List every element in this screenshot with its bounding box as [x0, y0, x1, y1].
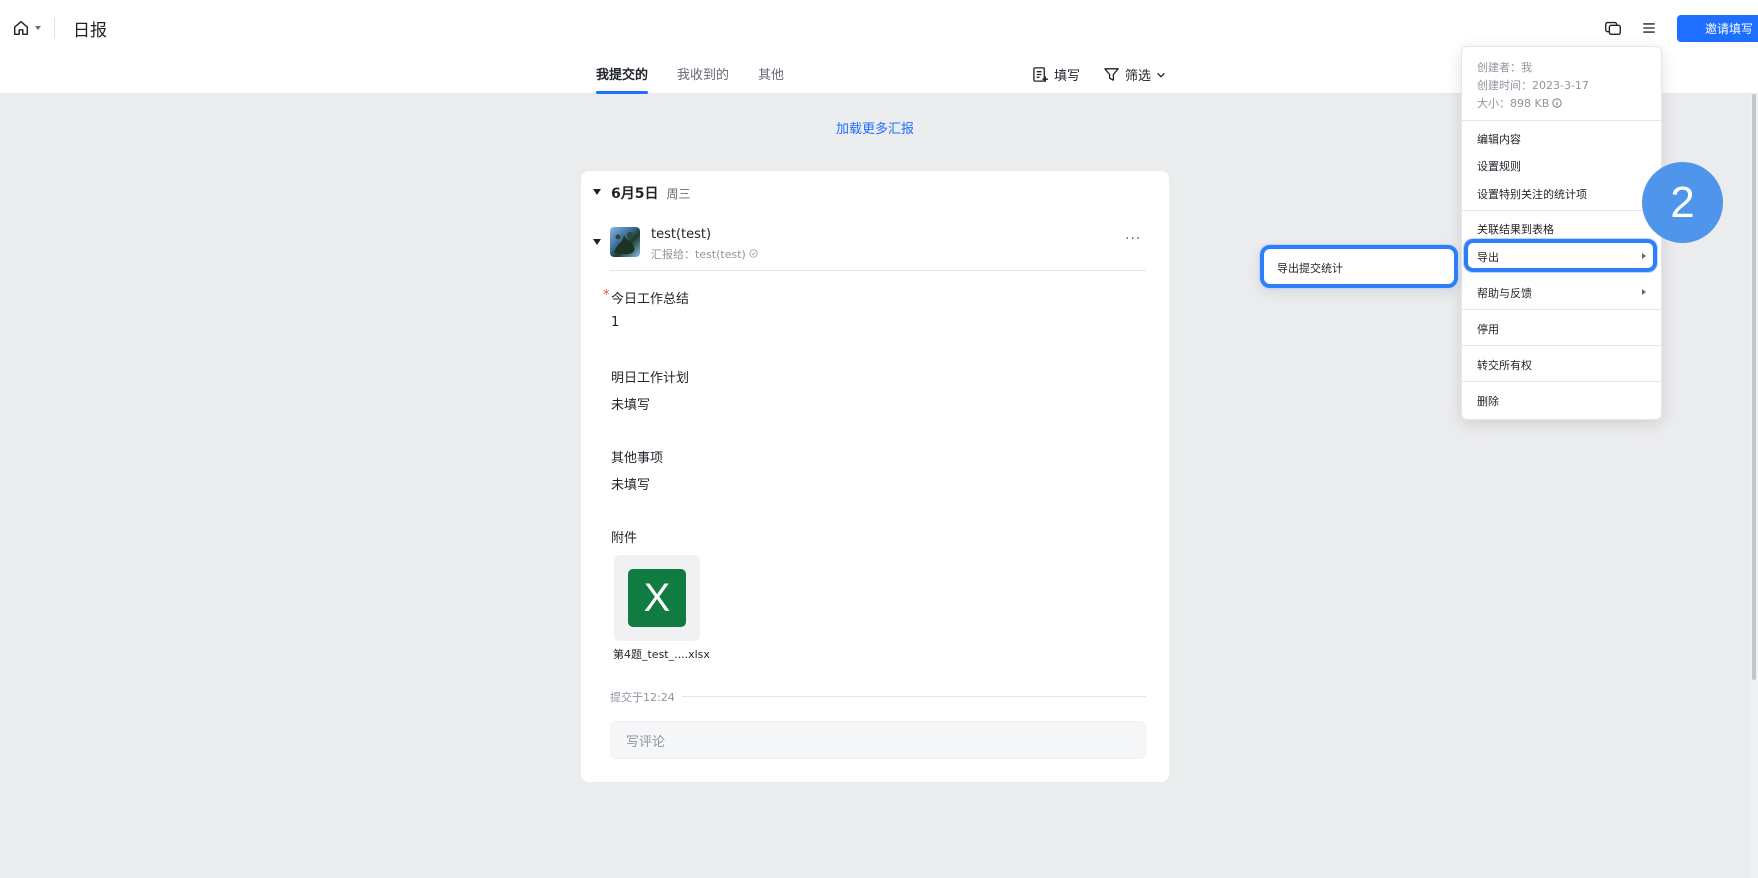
menu-item-delete[interactable]: 删除 — [1477, 393, 1499, 409]
menu-item-help[interactable]: 帮助与反馈 — [1477, 285, 1532, 301]
comment-input[interactable]: 写评论 — [610, 721, 1146, 759]
field-label-tomorrow: 明日工作计划 — [611, 371, 690, 386]
report-to-text: 汇报给：test(test) — [651, 248, 746, 261]
date-header: 6月5日 周三 — [611, 183, 691, 203]
chevron-down-icon — [1157, 72, 1165, 78]
menu-item-set-rules[interactable]: 设置规则 — [1477, 158, 1521, 174]
info-icon[interactable] — [1552, 98, 1562, 108]
field-value-tomorrow: 未填写 — [611, 398, 651, 413]
required-mark: * — [603, 288, 610, 303]
collapse-report-icon[interactable] — [593, 239, 601, 245]
menu-divider — [1462, 345, 1661, 346]
step-badge: 2 — [1642, 162, 1723, 243]
attachment-thumbnail[interactable]: X — [614, 555, 700, 641]
menu-item-transfer-ownership[interactable]: 转交所有权 — [1477, 357, 1532, 373]
report-weekday: 周三 — [666, 187, 691, 201]
user-name[interactable]: test(test) — [651, 227, 711, 242]
submit-time: 提交于12:24 — [610, 691, 675, 704]
divider — [610, 270, 1146, 271]
submenu-item-export-stats[interactable]: 导出提交统计 — [1277, 260, 1343, 276]
collapse-date-icon[interactable] — [593, 189, 601, 195]
menu-item-edit-content[interactable]: 编辑内容 — [1477, 131, 1521, 147]
menu-button[interactable] — [1638, 17, 1660, 39]
invite-button[interactable]: 邀请填写 — [1677, 15, 1758, 42]
tab-received[interactable]: 我收到的 — [677, 64, 729, 94]
field-label-today: 今日工作总结 — [611, 292, 690, 307]
field-label-other: 其他事项 — [611, 451, 664, 466]
scrollbar-thumb[interactable] — [1752, 94, 1756, 680]
attachment-name[interactable]: 第4题_test_....xlsx — [613, 646, 710, 662]
tab-my-submitted[interactable]: 我提交的 — [596, 64, 649, 94]
attachment-label: 附件 — [611, 531, 638, 546]
hamburger-icon — [1643, 23, 1655, 33]
avatar-image — [614, 232, 635, 255]
edit-form-icon — [1033, 67, 1049, 83]
home-icon — [13, 20, 29, 36]
divider — [682, 696, 1146, 697]
page-title: 日报 — [73, 21, 107, 41]
check-circle-icon — [749, 249, 758, 258]
more-options-icon[interactable]: ··· — [1125, 231, 1141, 247]
menu-divider — [1462, 120, 1661, 121]
filter-label: 筛选 — [1125, 69, 1152, 84]
fill-label: 填写 — [1054, 69, 1081, 84]
menu-item-disable[interactable]: 停用 — [1477, 321, 1499, 337]
report-date: 6月5日 — [611, 186, 659, 202]
more-menu: 创建者：我 创建时间：2023-3-17 大小：898 KB 编辑内容 设置规则… — [1461, 46, 1662, 420]
menu-divider — [1462, 309, 1661, 310]
menu-creator: 创建者：我 — [1477, 61, 1532, 74]
report-to: 汇报给：test(test) — [651, 246, 758, 262]
chevron-right-icon — [1642, 253, 1646, 259]
chat-button[interactable] — [1602, 17, 1624, 39]
menu-item-export[interactable]: 导出 — [1477, 249, 1499, 265]
menu-divider — [1462, 381, 1661, 382]
menu-item-special-stats[interactable]: 设置特别关注的统计项 — [1477, 186, 1587, 202]
filter-button[interactable]: 筛选 — [1103, 65, 1166, 84]
divider — [54, 18, 55, 38]
field-value-other: 未填写 — [611, 478, 651, 493]
home-button[interactable] — [12, 18, 44, 38]
avatar[interactable] — [610, 227, 640, 257]
fill-button[interactable]: 填写 — [1032, 65, 1080, 84]
menu-size-text: 大小：898 KB — [1477, 97, 1550, 110]
chevron-down-icon — [35, 26, 41, 30]
chevron-right-icon — [1642, 289, 1646, 295]
filter-icon — [1104, 68, 1119, 81]
menu-divider — [1462, 210, 1661, 211]
field-value-today: 1 — [611, 315, 620, 330]
menu-size: 大小：898 KB — [1477, 95, 1562, 111]
tab-other[interactable]: 其他 — [758, 64, 784, 94]
report-card: 6月5日 周三 test(test) 汇报给：test(test) ··· * … — [581, 171, 1169, 782]
menu-item-link-table[interactable]: 关联结果到表格 — [1477, 221, 1554, 237]
menu-created-time: 创建时间：2023-3-17 — [1477, 79, 1589, 92]
export-submenu: 导出提交统计 — [1260, 245, 1458, 288]
chat-icon — [1605, 21, 1621, 36]
excel-icon: X — [628, 569, 686, 627]
